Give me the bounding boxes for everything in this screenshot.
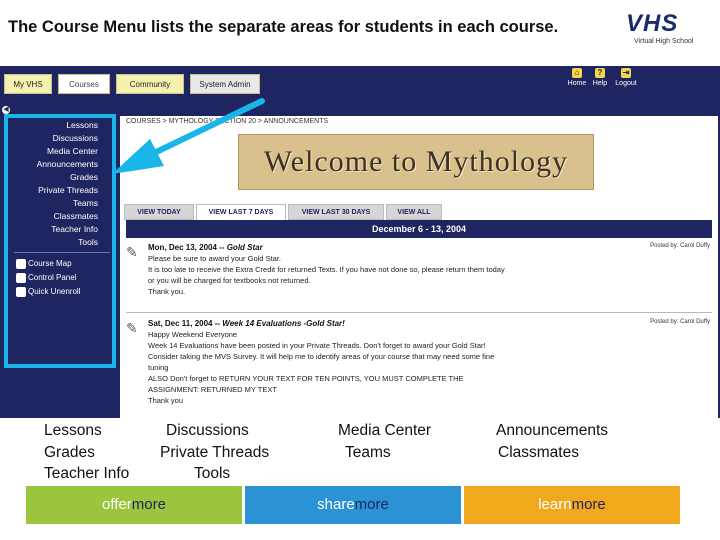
menu-item-discussions[interactable]: Discussions [53, 133, 98, 143]
announcement-post: ✎ Mon, Dec 13, 2004 -- Gold Star Posted … [126, 240, 712, 306]
caption-teams: Teams [345, 444, 391, 461]
announcement-post: ✎ Sat, Dec 11, 2004 -- Week 14 Evaluatio… [126, 316, 712, 416]
footer-word: learn [538, 496, 572, 513]
logo-text: VHS [626, 10, 679, 37]
post-separator: -- [216, 243, 227, 252]
footer-word: more [571, 496, 606, 513]
tool-label: Control Panel [28, 273, 77, 283]
menu-item-private-threads[interactable]: Private Threads [38, 185, 98, 195]
post-line: ASSIGNMENT: RETURNED MY TEXT [148, 385, 277, 394]
course-menu: Lessons Discussions Media Center Announc… [4, 114, 116, 368]
post-subject: Gold Star [226, 243, 263, 252]
banner-text: Welcome to Mythology [263, 145, 569, 178]
menu-item-classmates[interactable]: Classmates [54, 211, 98, 221]
post-separator: -- [212, 319, 223, 328]
announcement-icon: ✎ [126, 244, 138, 260]
breadcrumb[interactable]: COURSES > MYTHOLOGY SECTION 20 > ANNOUNC… [126, 118, 328, 125]
tab-view-today[interactable]: VIEW TODAY [124, 204, 194, 220]
home-label: Home [567, 80, 587, 87]
post-line: tuning [148, 363, 169, 372]
caption-grades: Grades [44, 444, 95, 461]
caption-announcements: Announcements [496, 422, 609, 439]
quick-unenroll-icon [16, 287, 26, 297]
lms-screenshot: My VHS Courses Community System Admin ⌂ … [0, 66, 720, 418]
menu-item-lessons[interactable]: Lessons [66, 120, 98, 130]
tool-control-panel[interactable]: Control Panel [16, 273, 76, 283]
post-line: Please be sure to award your Gold Star. [148, 254, 281, 263]
post-line: Thank you. [148, 287, 186, 296]
post-line: or you will be charged for textbooks not… [148, 276, 311, 285]
footer-word: more [131, 496, 166, 513]
post-subject: Week 14 Evaluations -Gold Star! [222, 319, 345, 328]
posted-by: Posted by: Carol Duffy [650, 319, 710, 325]
footer-word: share [317, 496, 355, 513]
menu-item-media-center[interactable]: Media Center [47, 146, 98, 156]
caption-media-center: Media Center [338, 422, 432, 439]
post-header: Sat, Dec 11, 2004 -- Week 14 Evaluations… [148, 319, 345, 328]
post-date: Mon, Dec 13, 2004 [148, 243, 217, 252]
caption-classmates: Classmates [498, 444, 579, 461]
footer-word: offer [102, 496, 132, 513]
announcement-icon: ✎ [126, 320, 138, 336]
caption-tools: Tools [194, 465, 231, 482]
collapse-menu-icon[interactable]: ◀ [2, 106, 10, 114]
course-banner: Welcome to Mythology [238, 134, 594, 190]
caption-discussions: Discussions [166, 422, 249, 439]
caption-teacher-info: Teacher Info [44, 465, 130, 482]
home-icon: ⌂ [572, 68, 582, 78]
menu-item-teacher-info[interactable]: Teacher Info [51, 224, 98, 234]
tool-course-map[interactable]: Course Map [16, 259, 72, 269]
tab-my-vhs[interactable]: My VHS [4, 74, 52, 94]
footer-learn-more: learnmore [464, 486, 680, 524]
tab-community[interactable]: Community [116, 74, 184, 94]
caption-lessons: Lessons [44, 422, 102, 439]
help-label: Help [592, 80, 608, 87]
course-map-icon [16, 259, 26, 269]
post-date: Sat, Dec 11, 2004 [148, 319, 213, 328]
slide-title: The Course Menu lists the separate areas… [8, 18, 559, 36]
date-range-header: December 6 - 13, 2004 [126, 220, 712, 238]
announcements-content: COURSES > MYTHOLOGY SECTION 20 > ANNOUNC… [120, 116, 718, 418]
post-header: Mon, Dec 13, 2004 -- Gold Star [148, 243, 263, 252]
post-line: Week 14 Evaluations have been posted in … [148, 341, 486, 350]
menu-item-announcements[interactable]: Announcements [37, 159, 98, 169]
home-link[interactable]: ⌂ Home [566, 68, 588, 87]
post-line: Happy Weekend Everyone [148, 330, 238, 339]
post-line: Consider taking the MVS Survey. It will … [148, 352, 495, 361]
footer-share-more: sharemore [245, 486, 461, 524]
help-icon: ? [595, 68, 605, 78]
footer-word: more [354, 496, 389, 513]
post-line: It is too late to receive the Extra Cred… [148, 265, 505, 274]
help-link[interactable]: ? Help [590, 68, 610, 87]
footer-band: offermore sharemore learnmore [26, 486, 680, 524]
post-line: Thank you [148, 396, 184, 405]
logout-label: Logout [615, 80, 637, 87]
tab-view-last-30-days[interactable]: VIEW LAST 30 DAYS [288, 204, 384, 220]
tab-courses[interactable]: Courses [58, 74, 110, 94]
posted-by: Posted by: Carol Duffy [650, 243, 710, 249]
footer-offer-more: offermore [26, 486, 242, 524]
logo-subtext: Virtual High School [634, 38, 694, 45]
menu-item-tools[interactable]: Tools [78, 237, 98, 247]
tab-view-all[interactable]: VIEW ALL [386, 204, 442, 220]
tool-quick-unenroll[interactable]: Quick Unenroll [16, 287, 80, 297]
menu-item-teams[interactable]: Teams [73, 198, 98, 208]
control-panel-icon [16, 273, 26, 283]
logout-icon: ⇥ [621, 68, 631, 78]
tab-system-admin[interactable]: System Admin [190, 74, 260, 94]
top-nav-bar: My VHS Courses Community System Admin ⌂ … [0, 66, 720, 100]
vhs-logo: VHS Virtual High School [626, 8, 706, 48]
tool-label: Course Map [28, 259, 72, 269]
post-divider [126, 312, 712, 313]
caption-private-threads: Private Threads [160, 444, 270, 461]
post-line: ALSO Don't forget to RETURN YOUR TEXT FO… [148, 374, 464, 383]
menu-divider [14, 252, 110, 253]
logout-link[interactable]: ⇥ Logout [612, 68, 640, 87]
tab-view-last-7-days[interactable]: VIEW LAST 7 DAYS [196, 204, 286, 220]
tool-label: Quick Unenroll [28, 287, 81, 297]
menu-item-grades[interactable]: Grades [70, 172, 98, 182]
